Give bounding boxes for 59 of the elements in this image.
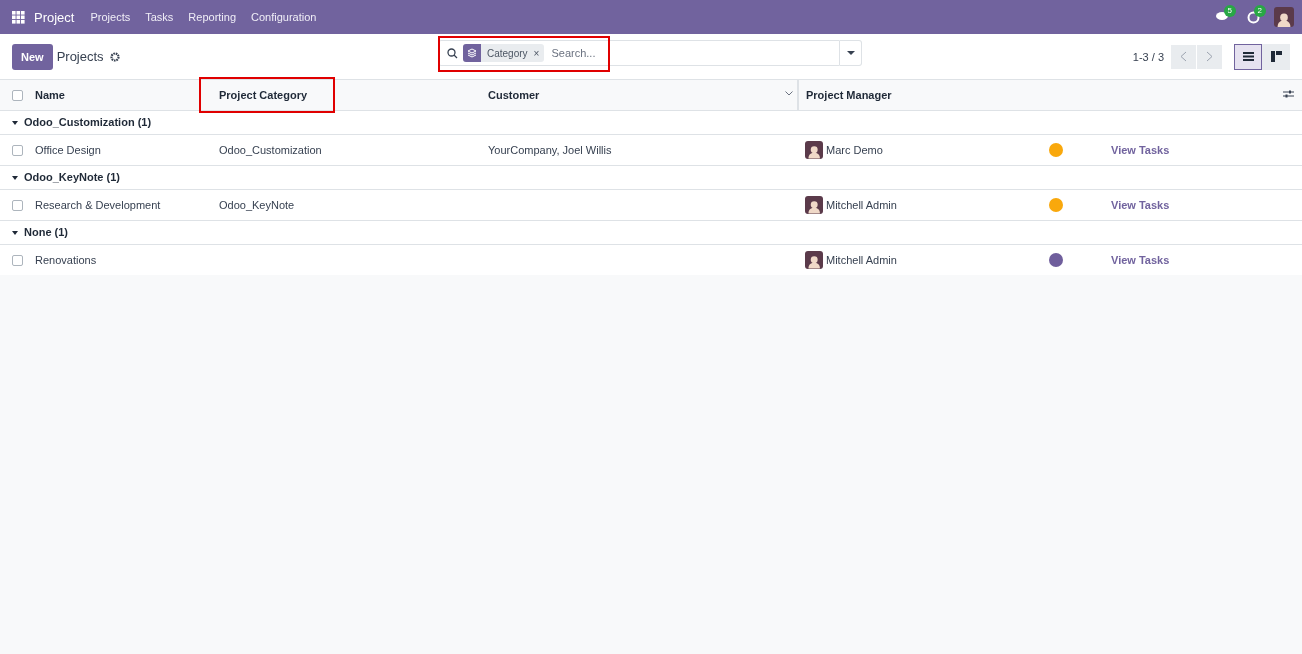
table-cell: Office Design <box>35 143 101 156</box>
avatar-silhouette <box>805 195 823 214</box>
avatar-silhouette <box>1274 7 1294 27</box>
kanban-icon <box>1270 51 1282 62</box>
remove-facet-button[interactable]: × <box>533 47 545 59</box>
kanban-view-button[interactable] <box>1262 43 1290 70</box>
new-button[interactable]: New <box>12 43 53 70</box>
caret-icon <box>846 50 855 56</box>
breadcrumb: Projects <box>56 49 104 64</box>
gear-icon[interactable] <box>109 51 120 62</box>
menu-item[interactable]: Reporting <box>188 11 237 23</box>
status-dot[interactable] <box>1049 252 1063 267</box>
pager-value: 1-3 / 3 <box>1132 50 1164 63</box>
column-header[interactable]: Project Manager <box>806 88 892 101</box>
table-cell: Renovations <box>35 253 97 266</box>
activity-count: 2 <box>1253 5 1266 17</box>
group-header[interactable]: Odoo_KeyNote (1) <box>0 165 1302 189</box>
group-header[interactable]: Odoo_Customization (1) <box>0 110 1302 134</box>
search-icon <box>447 47 458 59</box>
chat-icon[interactable] <box>1216 11 1230 23</box>
status-dot[interactable] <box>1049 197 1063 212</box>
column-header[interactable]: Customer <box>488 88 540 101</box>
clock-icon[interactable] <box>1246 10 1260 24</box>
list-icon <box>1242 52 1254 61</box>
manager-name: Mitchell Admin <box>826 253 897 266</box>
search-options-toggle[interactable] <box>840 40 862 66</box>
avatar-silhouette <box>805 140 823 159</box>
chevron-right-icon <box>1206 51 1213 62</box>
message-count: 5 <box>1223 5 1236 17</box>
layers-icon <box>463 44 481 62</box>
list-view-button[interactable] <box>1234 43 1262 70</box>
group-header[interactable]: None (1) <box>0 220 1302 244</box>
app-name[interactable]: Project <box>34 9 75 25</box>
avatar-silhouette <box>805 250 823 269</box>
view-tasks-link[interactable]: View Tasks <box>1111 198 1170 211</box>
manager-name: Mitchell Admin <box>826 198 897 211</box>
manager-name: Marc Demo <box>826 143 883 156</box>
apps-grid-icon[interactable] <box>12 10 25 24</box>
table-cell: YourCompany, Joel Willis <box>488 143 612 156</box>
view-tasks-link[interactable]: View Tasks <box>1111 143 1170 156</box>
status-dot[interactable] <box>1049 142 1063 157</box>
row-checkbox[interactable] <box>12 144 23 156</box>
menu-item[interactable]: Tasks <box>145 11 174 23</box>
chevron-down-icon[interactable] <box>785 91 793 96</box>
menu-item[interactable]: Projects <box>90 11 131 23</box>
row-checkbox[interactable] <box>12 199 23 211</box>
table-cell: Research & Development <box>35 198 161 211</box>
select-all-checkbox[interactable] <box>12 90 23 102</box>
chevron-left-icon <box>1180 51 1187 62</box>
sliders-icon[interactable] <box>1283 89 1294 99</box>
column-header[interactable]: Name <box>35 88 65 101</box>
table-cell: Odoo_Customization <box>219 143 322 156</box>
row-checkbox[interactable] <box>12 255 23 267</box>
column-header[interactable]: Project Category <box>219 88 308 101</box>
table-cell: Odoo_KeyNote <box>219 198 295 211</box>
search-field[interactable]: Category × Search... <box>438 40 840 66</box>
menu-item[interactable]: Configuration <box>251 11 317 23</box>
facet-label: Category <box>486 47 529 59</box>
view-tasks-link[interactable]: View Tasks <box>1111 253 1170 266</box>
